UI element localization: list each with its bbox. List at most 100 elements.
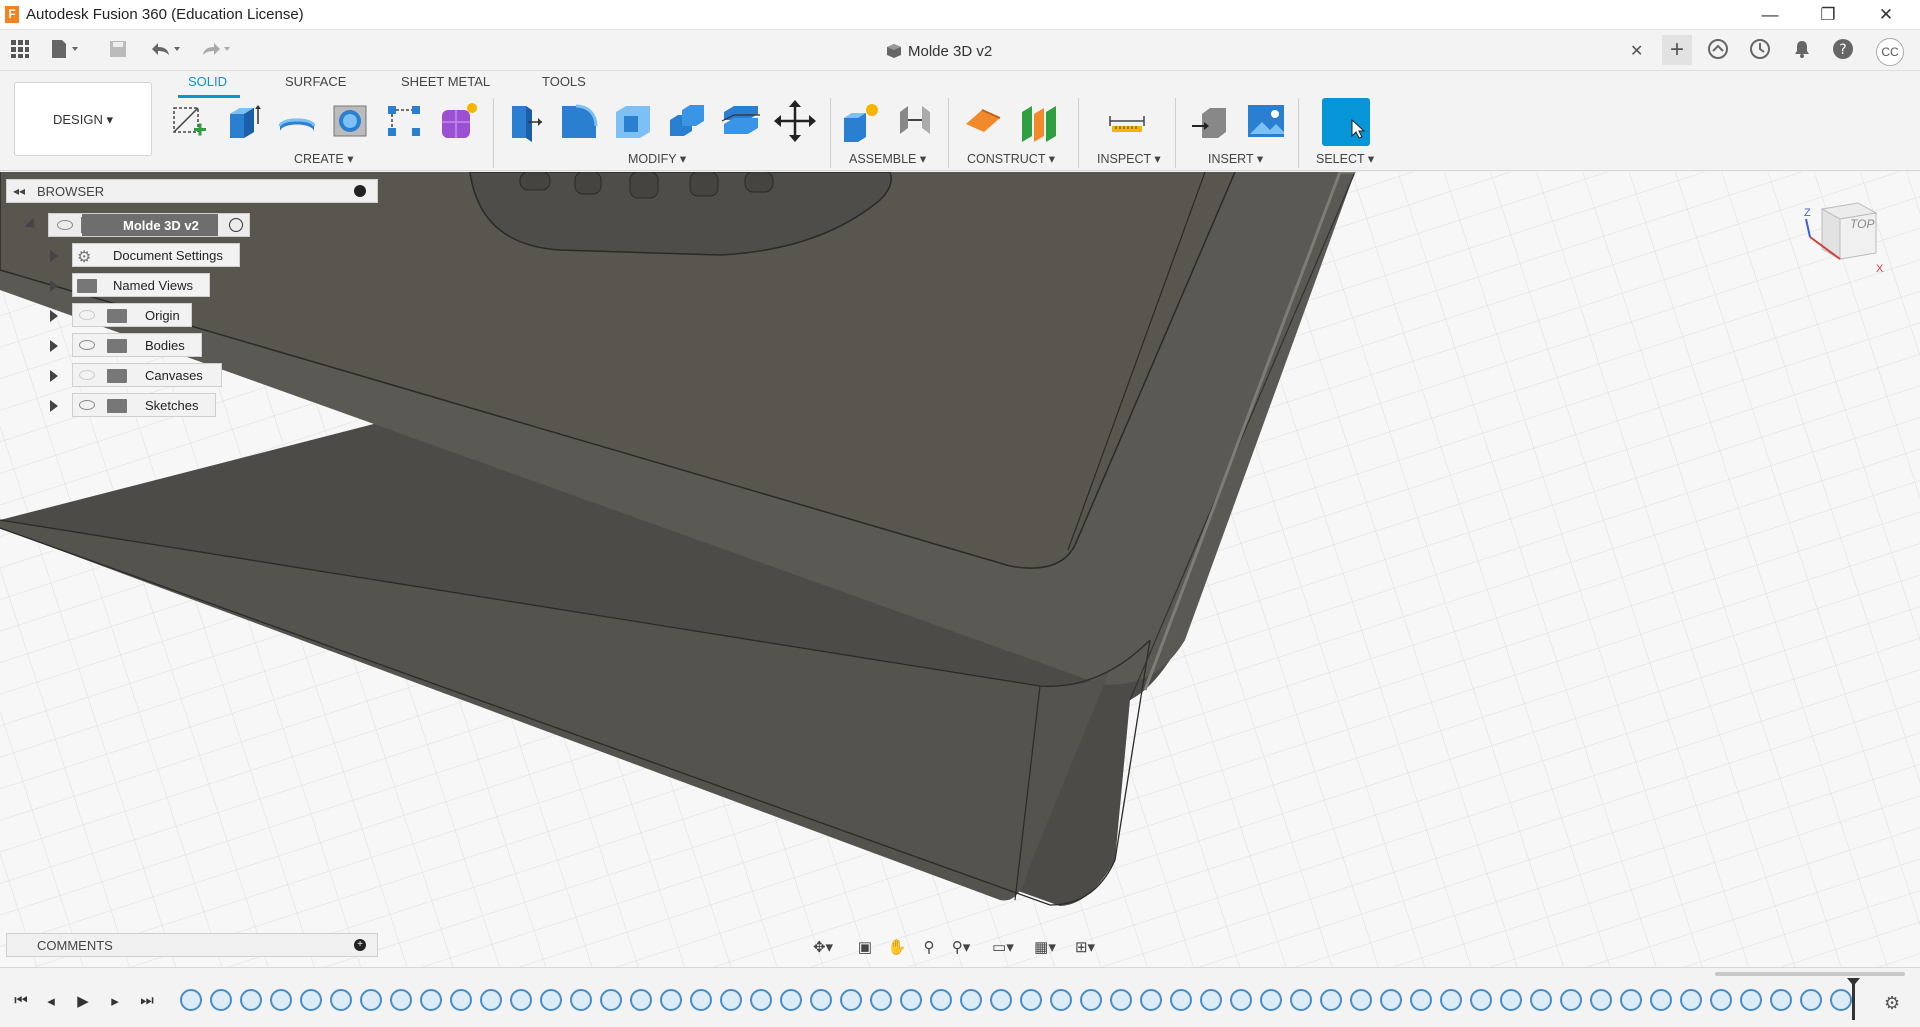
file-menu-icon[interactable] xyxy=(50,39,78,63)
viewports-icon[interactable]: ⊞▾ xyxy=(1072,938,1098,958)
data-panel-grid-icon[interactable] xyxy=(8,39,32,63)
expand-bodies-icon[interactable] xyxy=(50,340,58,352)
timeline-feature-icon[interactable] xyxy=(390,989,412,1011)
restore-button[interactable]: ❐ xyxy=(1799,0,1857,30)
expand-document-settings-icon[interactable] xyxy=(50,250,58,262)
hole-icon[interactable] xyxy=(330,100,372,142)
timeline-feature-icon[interactable] xyxy=(1140,989,1162,1011)
timeline-feature-icon[interactable] xyxy=(1500,989,1522,1011)
offset-plane-icon[interactable] xyxy=(964,100,1006,142)
timeline-next-icon[interactable]: ▸ xyxy=(104,992,126,1012)
create-group-label[interactable]: CREATE ▾ xyxy=(294,151,354,166)
timeline-scrollbar[interactable] xyxy=(1715,972,1905,976)
workspace-switcher[interactable]: DESIGN ▾ xyxy=(14,82,152,156)
select-group-label[interactable]: SELECT ▾ xyxy=(1316,151,1374,166)
assemble-group-label[interactable]: ASSEMBLE ▾ xyxy=(849,151,926,166)
timeline-feature-icon[interactable] xyxy=(780,989,802,1011)
timeline-feature-icon[interactable] xyxy=(1050,989,1072,1011)
move-copy-icon[interactable] xyxy=(774,100,816,142)
timeline-settings-gear-icon[interactable]: ⚙ xyxy=(1884,993,1900,1014)
timeline-feature-icon[interactable] xyxy=(540,989,562,1011)
redo-icon[interactable] xyxy=(198,39,230,63)
measure-icon[interactable] xyxy=(1106,100,1148,142)
browser-item-origin[interactable]: Origin xyxy=(72,303,192,327)
grid-settings-icon[interactable]: ▦▾ xyxy=(1032,938,1058,958)
help-icon[interactable]: ? xyxy=(1829,38,1857,66)
timeline-feature-icon[interactable] xyxy=(1470,989,1492,1011)
select-icon[interactable] xyxy=(1322,98,1370,146)
close-window-button[interactable]: ✕ xyxy=(1857,0,1915,30)
canvas-viewport[interactable]: TOP Z X xyxy=(0,172,1920,967)
timeline-feature-icon[interactable] xyxy=(180,989,202,1011)
browser-item-named-views[interactable]: Named Views xyxy=(72,273,210,297)
timeline-feature-icon[interactable] xyxy=(450,989,472,1011)
inspect-group-label[interactable]: INSPECT ▾ xyxy=(1097,151,1161,166)
user-avatar[interactable]: CC xyxy=(1876,38,1904,66)
insert-canvas-icon[interactable] xyxy=(1245,100,1287,142)
timeline-feature-icon[interactable] xyxy=(1260,989,1282,1011)
browser-item-canvases[interactable]: Canvases xyxy=(72,363,222,387)
revolve-icon[interactable] xyxy=(276,100,318,142)
collapse-browser-icon[interactable]: ◂◂ xyxy=(13,184,25,198)
timeline-feature-icon[interactable] xyxy=(480,989,502,1011)
add-comment-icon[interactable]: + xyxy=(354,939,366,951)
timeline-feature-icon[interactable] xyxy=(570,989,592,1011)
timeline-feature-icon[interactable] xyxy=(210,989,232,1011)
timeline-feature-icon[interactable] xyxy=(1290,989,1312,1011)
timeline-feature-icon[interactable] xyxy=(1380,989,1402,1011)
orbit-icon[interactable]: ✥▾ xyxy=(810,938,836,958)
zoom-icon[interactable]: ⚲ xyxy=(916,938,942,958)
timeline-feature-icon[interactable] xyxy=(990,989,1012,1011)
fit-zoom-icon[interactable]: ⚲▾ xyxy=(948,938,974,958)
create-sketch-icon[interactable] xyxy=(168,100,210,142)
undo-icon[interactable] xyxy=(148,39,180,63)
press-pull-icon[interactable] xyxy=(504,100,546,142)
modify-group-label[interactable]: MODIFY ▾ xyxy=(628,151,686,166)
timeline-feature-icon[interactable] xyxy=(1530,989,1552,1011)
browser-item-document-settings[interactable]: ⚙ Document Settings xyxy=(72,243,240,267)
timeline-feature-icon[interactable] xyxy=(720,989,742,1011)
timeline-feature-icon[interactable] xyxy=(1680,989,1702,1011)
joint-icon[interactable] xyxy=(894,100,936,142)
visibility-eye-icon[interactable] xyxy=(57,220,73,230)
tab-tools[interactable]: TOOLS xyxy=(542,74,586,89)
midplane-icon[interactable] xyxy=(1018,100,1060,142)
job-status-icon[interactable] xyxy=(1746,38,1774,66)
close-tab-icon[interactable]: ✕ xyxy=(1630,41,1643,61)
tab-surface[interactable]: SURFACE xyxy=(285,74,346,89)
timeline-feature-icon[interactable] xyxy=(240,989,262,1011)
timeline-feature-icon[interactable] xyxy=(1800,989,1822,1011)
timeline-feature-icon[interactable] xyxy=(1200,989,1222,1011)
timeline-feature-icon[interactable] xyxy=(1830,989,1852,1011)
new-tab-button[interactable]: + xyxy=(1662,35,1692,65)
extensions-icon[interactable] xyxy=(1704,38,1732,66)
visibility-eye-icon[interactable] xyxy=(79,400,95,410)
timeline-feature-icon[interactable] xyxy=(1350,989,1372,1011)
browser-root-node[interactable]: Molde 3D v2 xyxy=(48,213,250,237)
insert-derive-icon[interactable] xyxy=(1190,100,1232,142)
timeline-feature-icon[interactable] xyxy=(270,989,292,1011)
display-settings-icon[interactable]: ▭▾ xyxy=(990,938,1016,958)
timeline-feature-icon[interactable] xyxy=(1770,989,1792,1011)
timeline-feature-icon[interactable] xyxy=(960,989,982,1011)
comments-panel-header[interactable]: COMMENTS + xyxy=(6,933,378,957)
activate-component-icon[interactable] xyxy=(229,218,243,232)
fillet-icon[interactable] xyxy=(558,100,600,142)
tab-sheet-metal[interactable]: SHEET METAL xyxy=(401,74,490,89)
notifications-bell-icon[interactable] xyxy=(1788,38,1816,66)
timeline-feature-icon[interactable] xyxy=(600,989,622,1011)
visibility-eye-icon[interactable] xyxy=(79,370,95,380)
timeline-feature-icon[interactable] xyxy=(1620,989,1642,1011)
timeline-feature-icon[interactable] xyxy=(330,989,352,1011)
construct-group-label[interactable]: CONSTRUCT ▾ xyxy=(967,151,1055,166)
new-component-icon[interactable] xyxy=(840,100,882,142)
timeline-feature-icon[interactable] xyxy=(1170,989,1192,1011)
timeline-feature-icon[interactable] xyxy=(1320,989,1342,1011)
view-cube[interactable]: TOP Z X xyxy=(1800,197,1900,277)
timeline-marker[interactable] xyxy=(1852,980,1855,1020)
create-form-icon[interactable] xyxy=(438,100,480,142)
pattern-icon[interactable] xyxy=(384,100,426,142)
timeline-feature-icon[interactable] xyxy=(1020,989,1042,1011)
timeline-feature-icon[interactable] xyxy=(1080,989,1102,1011)
timeline-feature-icon[interactable] xyxy=(360,989,382,1011)
